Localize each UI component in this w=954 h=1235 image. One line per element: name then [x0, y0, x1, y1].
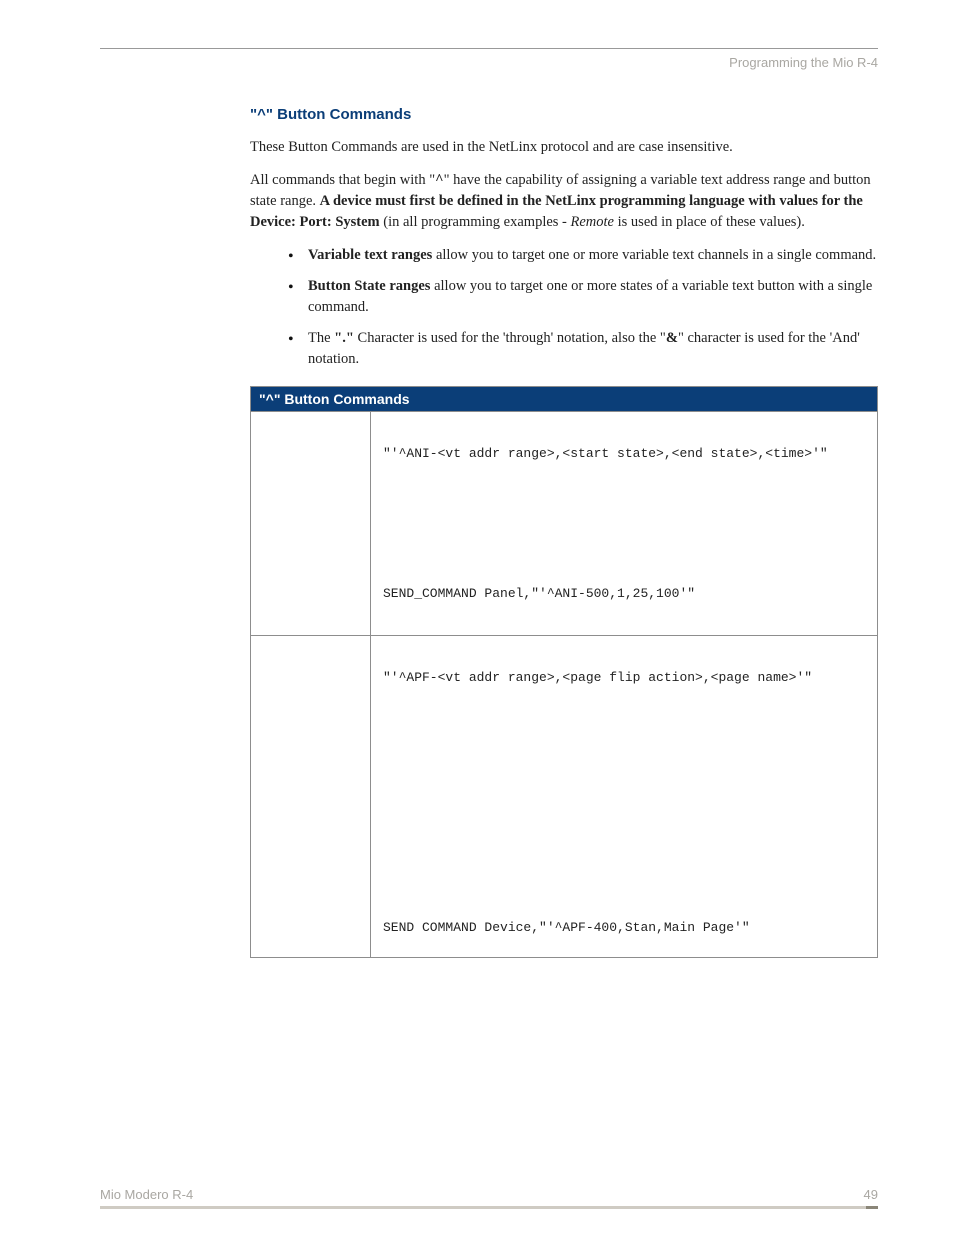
table-cell-left — [251, 636, 371, 958]
row1-example: SEND COMMAND Device,"'^APF-400,Stan,Main… — [383, 918, 865, 938]
table-header-row: "^" Button Commands — [251, 387, 878, 412]
page: Programming the Mio R-4 "^" Button Comma… — [0, 0, 954, 1235]
b2-bold: Button State ranges — [308, 278, 430, 294]
p2-part-e: is used in place of these values). — [614, 214, 805, 230]
b3-a: The — [308, 330, 334, 346]
footer-line: Mio Modero R-4 49 — [100, 1187, 878, 1202]
top-rule — [100, 48, 878, 49]
table-cell-right: "'^APF-<vt addr range>,<page flip action… — [371, 636, 878, 958]
b1-bold: Variable text ranges — [308, 247, 432, 263]
bullet-list: Variable text ranges allow you to target… — [288, 245, 878, 370]
content-area: "^" Button Commands These Button Command… — [100, 106, 878, 958]
paragraph-intro: These Button Commands are used in the Ne… — [250, 137, 878, 158]
p2-caret: ^ — [435, 172, 443, 188]
table-cell-right: "'^ANI-<vt addr range>,<start state>,<en… — [371, 412, 878, 636]
bullet-item-2: Button State ranges allow you to target … — [288, 276, 878, 318]
footer-left: Mio Modero R-4 — [100, 1187, 193, 1202]
header-right: Programming the Mio R-4 — [100, 55, 878, 70]
section-title: "^" Button Commands — [250, 106, 878, 123]
b3-b: Character is used for the 'through' nota… — [354, 330, 666, 346]
footer-rule — [100, 1206, 878, 1209]
bullet-item-1: Variable text ranges allow you to target… — [288, 245, 878, 266]
p2-part-a: All commands that begin with " — [250, 172, 435, 188]
table-row: "'^ANI-<vt addr range>,<start state>,<en… — [251, 412, 878, 636]
footer-rule-end — [866, 1206, 878, 1209]
row1-syntax: "'^APF-<vt addr range>,<page flip action… — [383, 668, 865, 688]
b3-bold2: & — [666, 330, 678, 346]
commands-table: "^" Button Commands "'^ANI-<vt addr rang… — [250, 386, 878, 958]
paragraph-detail: All commands that begin with "^" have th… — [250, 170, 878, 233]
table-row: "'^APF-<vt addr range>,<page flip action… — [251, 636, 878, 958]
row0-syntax: "'^ANI-<vt addr range>,<start state>,<en… — [383, 444, 865, 464]
bullet-item-3: The "." Character is used for the 'throu… — [288, 328, 878, 370]
footer-right: 49 — [864, 1187, 878, 1202]
table-header: "^" Button Commands — [251, 387, 878, 412]
b1-rest: allow you to target one or more variable… — [432, 247, 876, 263]
footer: Mio Modero R-4 49 — [100, 1187, 878, 1209]
row0-example: SEND_COMMAND Panel,"'^ANI-500,1,25,100'" — [383, 584, 865, 604]
b3-bold1: "." — [334, 330, 354, 346]
p2-part-d: (in all programming examples - — [380, 214, 571, 230]
p2-italic: Remote — [571, 214, 614, 230]
table-cell-left — [251, 412, 371, 636]
